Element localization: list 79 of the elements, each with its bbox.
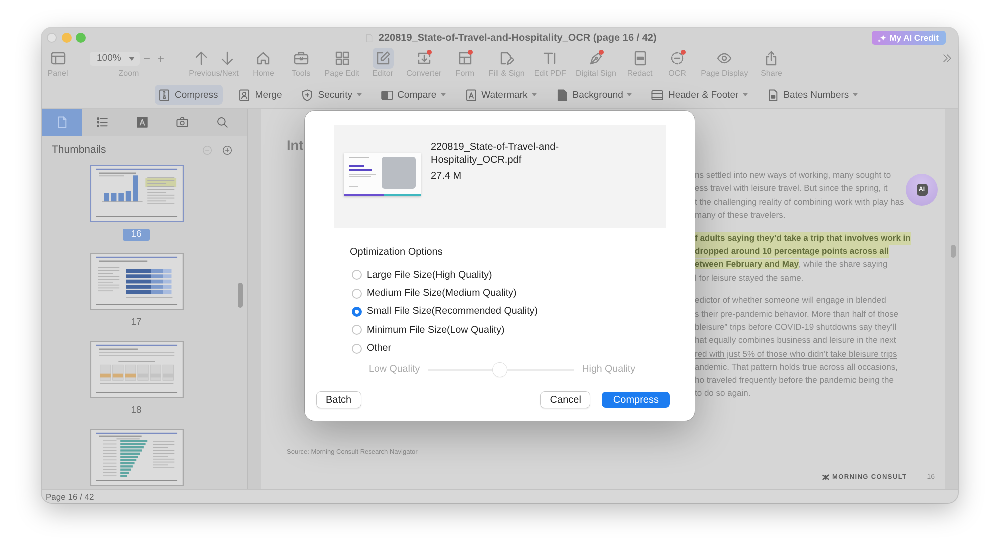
text-line: ess travel with leisure travel. But since the spring, it (695, 182, 888, 196)
camera-icon (176, 116, 188, 129)
zoom-in-icon[interactable] (222, 144, 233, 156)
dialog-button[interactable]: Cancel (541, 392, 590, 408)
page-thumbnail-drawing[interactable] (90, 253, 184, 310)
filled-page-icon (556, 88, 569, 102)
page-thumbnail-drawing[interactable] (90, 165, 184, 222)
zoom-in-button[interactable]: + (154, 52, 168, 66)
window-title: 220819_State-of-Travel-and-Hospitality_OCR (page 16 / 42) (378, 32, 657, 44)
section-heading: Int (287, 138, 304, 154)
slider-label: High Quality (582, 364, 636, 376)
radio-option[interactable]: Small File Size(Recommended Quality) (352, 302, 538, 322)
text-line: l for leisure stayed the same. (695, 272, 804, 285)
radio-button[interactable] (352, 306, 362, 317)
zip-document-icon (158, 88, 171, 102)
dialog-button[interactable]: Compress (602, 392, 670, 408)
file-size: 27.4 M (431, 170, 463, 183)
numbered-page-icon (766, 88, 780, 102)
radio-option[interactable]: Minimum File Size(Low Quality) (352, 321, 505, 340)
list-icon (96, 116, 108, 129)
chevrons-right-icon[interactable] (942, 53, 953, 64)
radio-option[interactable]: Medium File Size(Medium Quality) (352, 284, 517, 303)
page-number-label: 18 (130, 405, 143, 417)
page-letter-icon (464, 88, 478, 102)
text-line: s their pre-pandemic behavior. More than half of those (695, 308, 899, 321)
text-line: ns settled into new ways of working, many sought to (695, 169, 892, 182)
text-line: red with just 5% of those who didn’t take bleisure trips (695, 348, 898, 361)
feature-button[interactable]: Compress (155, 85, 224, 105)
radio-option[interactable]: Large File Size(High Quality) (352, 266, 492, 284)
user-document-icon (238, 88, 252, 102)
scrollbar-thumb[interactable] (951, 245, 956, 258)
text-line: to do so again. (695, 387, 751, 400)
page-number-label: 17 (130, 317, 143, 329)
feature-button[interactable]: Watermark (462, 85, 541, 105)
split-square-icon (380, 88, 394, 102)
text-line: hat equally combines business and leisure in the next (695, 334, 896, 348)
feature-button[interactable]: Bates Numbers (764, 85, 862, 105)
page-bands-icon (651, 88, 664, 102)
radio-button[interactable] (352, 288, 362, 299)
file-name: 220819_State-of-Travel-and-Hospitality_OCR.pdf (431, 141, 560, 167)
zoom-dropdown[interactable]: 100% (90, 52, 140, 66)
radio-button[interactable] (352, 270, 362, 280)
feature-button[interactable]: Security (298, 85, 366, 105)
section-title: Optimization Options (350, 247, 444, 259)
shield-icon (301, 88, 314, 102)
text-line: edictor of whether someone will engage in blended (695, 294, 886, 308)
page-icon (56, 116, 68, 129)
radio-button[interactable] (352, 325, 362, 336)
maximize-button[interactable] (76, 33, 86, 43)
text-line: ho traveled frequently before the pandemic being the (695, 374, 894, 388)
page-thumbnail-drawing[interactable] (90, 341, 184, 398)
feature-button[interactable]: Background (552, 85, 636, 105)
text-line: bleisure” trips before COVID-19 shutdowns say they’ll (695, 320, 897, 334)
feature-button[interactable]: Header & Footer (648, 85, 752, 105)
dialog-button[interactable]: Batch (317, 392, 361, 408)
radio-option[interactable]: Other (352, 340, 392, 358)
feature-button[interactable]: Merge (235, 85, 286, 105)
text-line: andemic. That pattern holds true across all occasions, (695, 360, 898, 374)
minimize-button[interactable] (62, 33, 72, 43)
sidebar-tab[interactable] (42, 109, 82, 136)
slider-label: Low Quality (369, 364, 420, 376)
radio-button[interactable] (352, 344, 362, 354)
page-thumbnail-drawing[interactable] (90, 429, 184, 486)
caret-icon (129, 56, 135, 60)
text-line: t the challenging reality of combining work with play has (695, 196, 904, 209)
feature-button[interactable]: Compare (378, 85, 450, 105)
text-line: etween February and May, while the share saying (695, 258, 888, 272)
ai-credit-button[interactable]: My AI Credit (872, 31, 946, 45)
panel-title: Thumbnails (52, 144, 108, 156)
text-box-icon (136, 116, 148, 129)
photo-placeholder (382, 157, 416, 189)
logo-mark-icon (822, 474, 830, 481)
text-line: many of these travelers. (695, 208, 786, 222)
sparkle-icon (878, 34, 887, 42)
zoom-out-button[interactable]: − (140, 52, 154, 66)
search-icon (216, 116, 228, 129)
scrollbar-thumb[interactable] (238, 283, 243, 308)
page-indicator: Page 16 / 42 (46, 492, 94, 502)
page-number-label: 16 (123, 229, 150, 241)
